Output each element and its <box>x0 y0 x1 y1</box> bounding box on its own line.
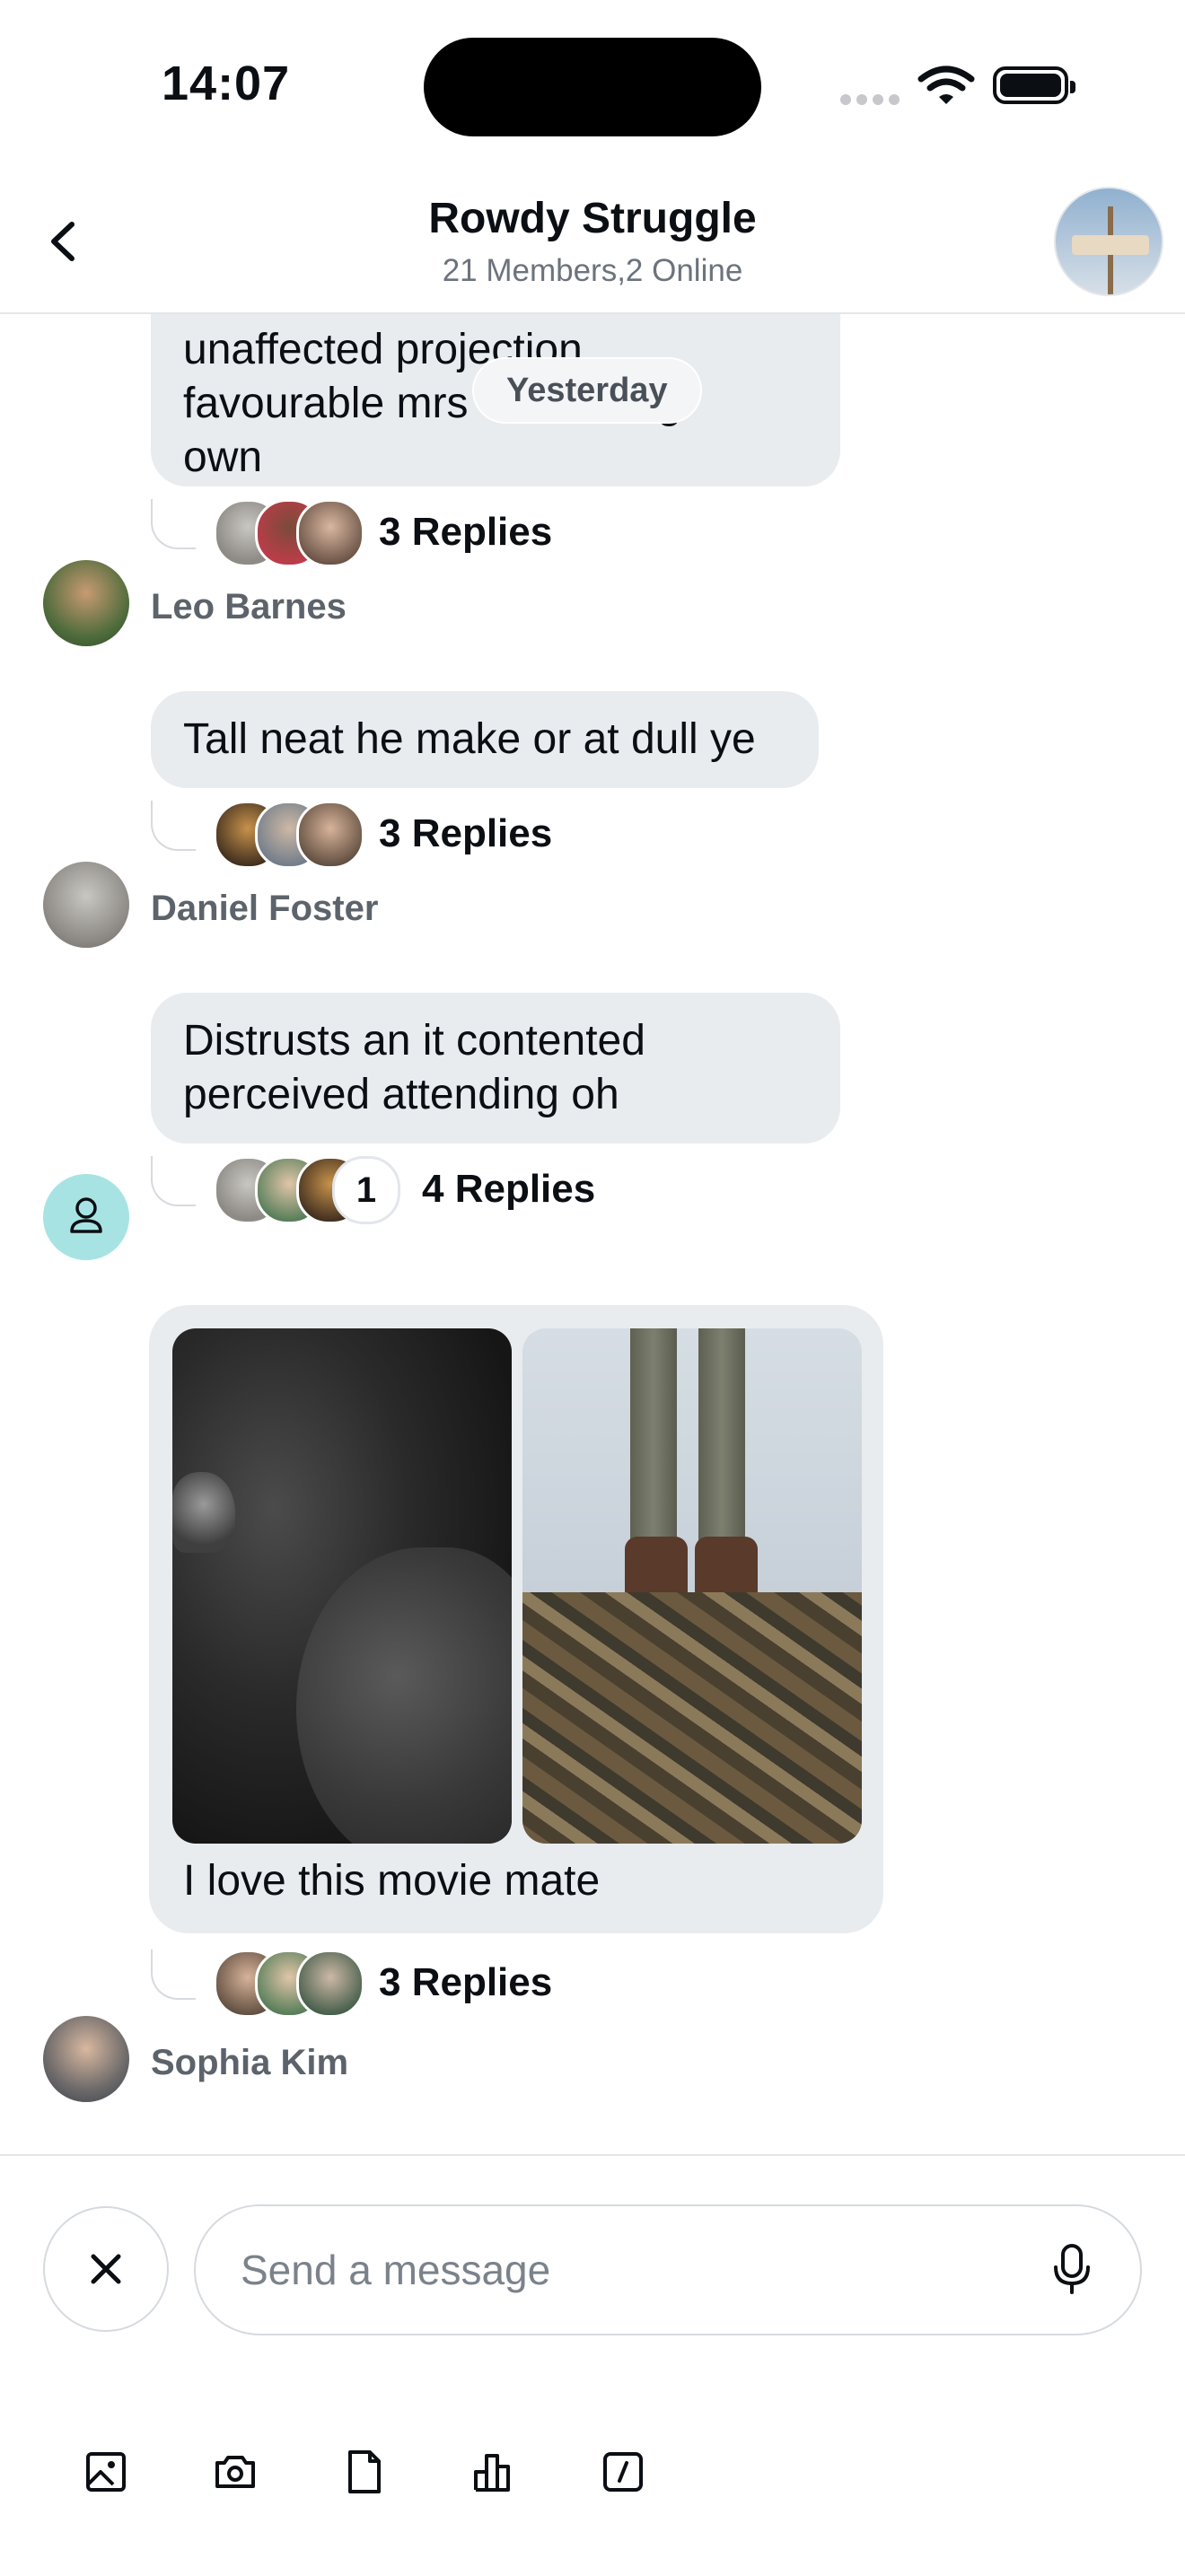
camera-icon[interactable] <box>203 2440 268 2504</box>
attachment-image[interactable] <box>522 1328 862 1844</box>
user-icon <box>70 1197 102 1233</box>
close-icon <box>91 2254 121 2284</box>
channel-title[interactable]: Rowdy Struggle <box>0 194 1185 243</box>
message-input[interactable]: Send a message <box>194 2204 1142 2335</box>
thread-replies[interactable]: 3 Replies <box>151 499 689 571</box>
replies-count[interactable]: 3 Replies <box>379 811 552 856</box>
avatar[interactable] <box>43 560 129 646</box>
replies-count[interactable]: 4 Replies <box>422 1167 595 1212</box>
poll-icon[interactable] <box>461 2440 526 2504</box>
thread-replies[interactable]: 1 4 Replies <box>151 1156 689 1228</box>
wifi-icon <box>917 66 975 104</box>
status-bar: 14:07 <box>0 0 1185 171</box>
message-text: Distrusts an it contented perceived atte… <box>183 1017 645 1118</box>
avatar <box>296 801 364 869</box>
message-text: Tall neat he make or at dull ye <box>183 715 756 763</box>
sender-name: Daniel Foster <box>151 889 379 928</box>
message-bubble[interactable]: Tall neat he make or at dull ye <box>151 691 819 788</box>
thread-replies[interactable]: 3 Replies <box>151 801 689 872</box>
close-button[interactable] <box>43 2206 169 2332</box>
replies-count[interactable]: 3 Replies <box>379 510 552 555</box>
sender-name: Sophia Kim <box>151 2043 349 2082</box>
thread-replies[interactable]: 3 Replies <box>151 1950 689 2021</box>
command-icon[interactable] <box>591 2440 655 2504</box>
signal-icon <box>840 93 905 110</box>
message-input-placeholder: Send a message <box>241 2247 551 2293</box>
attachment-image[interactable] <box>172 1328 512 1844</box>
file-icon[interactable] <box>332 2440 397 2504</box>
avatar <box>296 1950 364 2018</box>
more-repliers-badge: 1 <box>332 1156 400 1224</box>
dynamic-island <box>424 38 761 136</box>
group-avatar[interactable] <box>1054 187 1163 296</box>
avatar[interactable] <box>43 2016 129 2102</box>
message-composer: Send a message <box>0 2154 1185 2576</box>
message-text: I love this movie mate <box>183 1857 601 1905</box>
chat-header: Rowdy Struggle 21 Members,2 Online <box>0 171 1185 314</box>
battery-icon <box>993 66 1075 104</box>
status-time: 14:07 <box>162 57 291 110</box>
attachment-toolbar <box>0 2440 1185 2511</box>
avatar[interactable] <box>43 862 129 948</box>
message-list[interactable]: unaffected projection favourable mrs tin… <box>0 314 1185 2154</box>
channel-subtitle: 21 Members,2 Online <box>442 253 743 288</box>
message-bubble[interactable]: Distrusts an it contented perceived atte… <box>151 993 840 1143</box>
date-divider: Yesterday <box>474 359 700 422</box>
replies-count[interactable]: 3 Replies <box>379 1960 552 2005</box>
media-message[interactable]: I love this movie mate <box>149 1305 883 1933</box>
sender-name: Leo Barnes <box>151 587 347 626</box>
microphone-icon[interactable] <box>1043 2240 1101 2298</box>
avatar <box>296 499 364 567</box>
default-avatar[interactable] <box>43 1174 129 1260</box>
image-icon[interactable] <box>74 2440 138 2504</box>
